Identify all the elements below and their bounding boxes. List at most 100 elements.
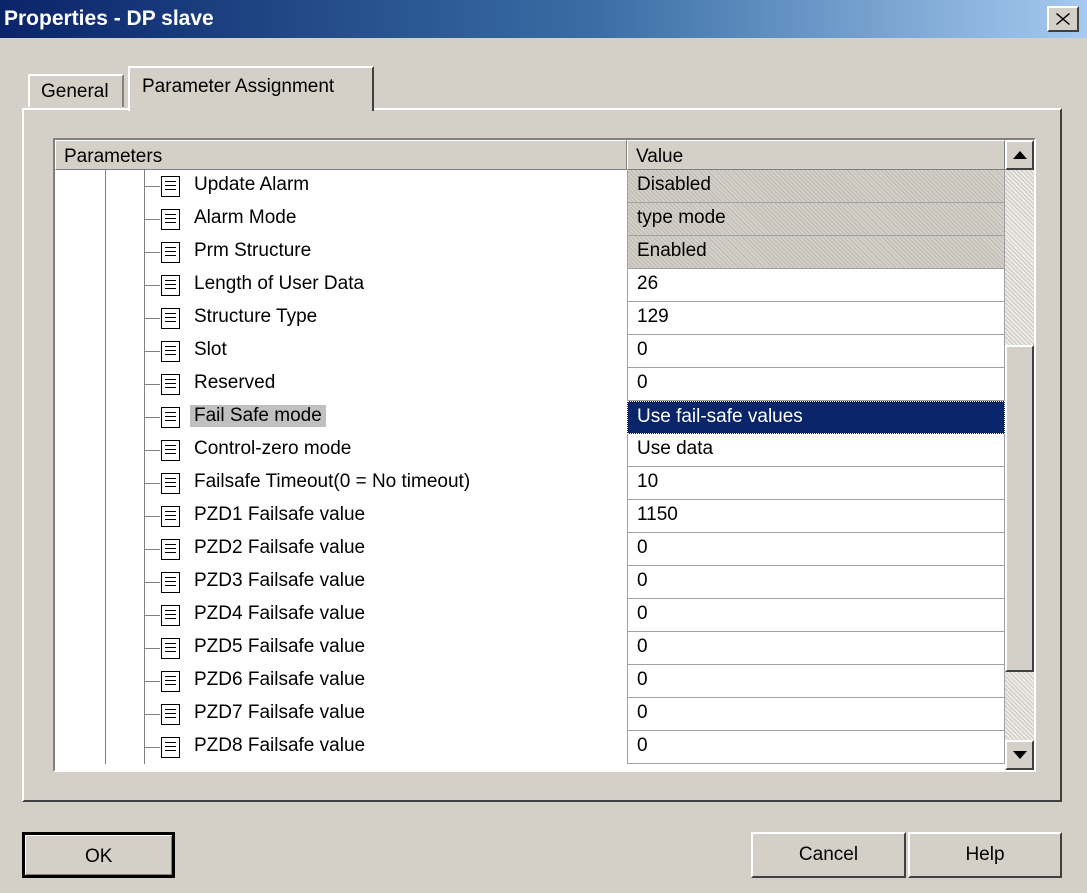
tree-branch [145, 681, 160, 682]
tree-branch [145, 648, 160, 649]
table-row[interactable]: Structure Type 129 [55, 302, 1005, 335]
column-header-value[interactable]: Value [627, 140, 1005, 170]
table-row[interactable]: PZD7 Failsafe value 0 [55, 698, 1005, 731]
help-button[interactable]: Help [908, 832, 1062, 878]
table-row[interactable]: Failsafe Timeout(0 = No timeout) 10 [55, 467, 1005, 500]
parameter-document-icon [161, 407, 180, 428]
tab-parameter-assignment[interactable]: Parameter Assignment [128, 66, 374, 111]
table-row[interactable]: Reserved 0 [55, 368, 1005, 401]
parameter-value[interactable]: 10 [627, 467, 1005, 500]
tree-cell[interactable]: PZD7 Failsafe value [55, 698, 627, 731]
parameter-document-icon [161, 176, 180, 197]
tree-branch [145, 384, 160, 385]
tree-cell[interactable]: PZD6 Failsafe value [55, 665, 627, 698]
table-row[interactable]: Update Alarm Disabled [55, 170, 1005, 203]
parameter-value[interactable]: 0 [627, 335, 1005, 368]
parameter-value[interactable]: 0 [627, 731, 1005, 764]
parameter-document-icon [161, 275, 180, 296]
tree-line [105, 500, 106, 533]
tree-branch [145, 219, 160, 220]
table-row[interactable]: PZD6 Failsafe value 0 [55, 665, 1005, 698]
parameter-value[interactable]: 0 [627, 368, 1005, 401]
tree-cell[interactable]: Alarm Mode [55, 203, 627, 236]
table-row[interactable]: Control-zero mode Use data [55, 434, 1005, 467]
table-row[interactable]: Alarm Mode type mode [55, 203, 1005, 236]
table-row[interactable]: PZD8 Failsafe value 0 [55, 731, 1005, 764]
tree-branch [145, 252, 160, 253]
parameter-name: Structure Type [194, 306, 318, 327]
parameter-value[interactable]: 0 [627, 632, 1005, 665]
tree-cell[interactable]: PZD2 Failsafe value [55, 533, 627, 566]
tree-cell[interactable]: Structure Type [55, 302, 627, 335]
cancel-button[interactable]: Cancel [751, 832, 906, 878]
parameter-name: Prm Structure [194, 240, 312, 261]
parameter-document-icon [161, 473, 180, 494]
parameter-value[interactable]: 0 [627, 698, 1005, 731]
parameter-value[interactable]: 0 [627, 566, 1005, 599]
parameter-value[interactable]: 1150 [627, 500, 1005, 533]
tree-cell[interactable]: Prm Structure [55, 236, 627, 269]
tree-cell[interactable]: Slot [55, 335, 627, 368]
table-row[interactable]: Length of User Data 26 [55, 269, 1005, 302]
tree-cell[interactable]: Update Alarm [55, 170, 627, 203]
table-row[interactable]: PZD5 Failsafe value 0 [55, 632, 1005, 665]
table-row[interactable]: Slot 0 [55, 335, 1005, 368]
scroll-thumb[interactable] [1005, 345, 1034, 672]
tree-branch [145, 417, 160, 418]
table-row[interactable]: PZD4 Failsafe value 0 [55, 599, 1005, 632]
parameter-value[interactable]: 0 [627, 599, 1005, 632]
parameter-document-icon [161, 440, 180, 461]
tree-cell[interactable]: Fail Safe mode [55, 401, 627, 434]
tree-cell[interactable]: PZD4 Failsafe value [55, 599, 627, 632]
tree-line [105, 665, 106, 698]
close-button[interactable] [1047, 6, 1079, 32]
parameter-rows: Update Alarm Disabled Alarm Mode type mode P… [55, 170, 1005, 764]
tree-cell[interactable]: Reserved [55, 368, 627, 401]
tree-line [105, 467, 106, 500]
parameter-value[interactable]: 129 [627, 302, 1005, 335]
tree-line [105, 236, 106, 269]
tree-line [105, 632, 106, 665]
table-row[interactable]: Fail Safe mode Use fail-safe values [55, 401, 1005, 434]
scroll-up-button[interactable] [1005, 140, 1034, 170]
tree-branch [145, 186, 160, 187]
parameter-value[interactable]: Use data [627, 434, 1005, 467]
tree-cell[interactable]: PZD3 Failsafe value [55, 566, 627, 599]
parameter-value[interactable]: Use fail-safe values [627, 401, 1005, 434]
window-title: Properties - DP slave [4, 7, 214, 30]
column-header-parameters[interactable]: Parameters [55, 140, 627, 170]
scroll-down-button[interactable] [1005, 740, 1034, 770]
table-row[interactable]: PZD2 Failsafe value 0 [55, 533, 1005, 566]
parameter-document-icon [161, 374, 180, 395]
tree-line [105, 533, 106, 566]
table-row[interactable]: Prm Structure Enabled [55, 236, 1005, 269]
tree-cell[interactable]: Control-zero mode [55, 434, 627, 467]
parameter-document-icon [161, 704, 180, 725]
table-row[interactable]: PZD3 Failsafe value 0 [55, 566, 1005, 599]
tree-line [105, 434, 106, 467]
tree-cell[interactable]: PZD1 Failsafe value [55, 500, 627, 533]
title-bar[interactable]: Properties - DP slave [0, 0, 1087, 38]
parameter-document-icon [161, 341, 180, 362]
parameter-document-icon [161, 572, 180, 593]
tree-branch [145, 351, 160, 352]
tree-cell[interactable]: Length of User Data [55, 269, 627, 302]
tree-line [105, 401, 106, 434]
table-row[interactable]: PZD1 Failsafe value 1150 [55, 500, 1005, 533]
parameter-grid[interactable]: Parameters Value Update Alarm Disabled Ala… [53, 138, 1036, 772]
parameter-name: Length of User Data [194, 273, 365, 294]
parameter-name: Alarm Mode [194, 207, 297, 228]
parameter-value[interactable]: 26 [627, 269, 1005, 302]
parameter-value[interactable]: 0 [627, 533, 1005, 566]
tree-cell[interactable]: PZD8 Failsafe value [55, 731, 627, 764]
tree-cell[interactable]: Failsafe Timeout(0 = No timeout) [55, 467, 627, 500]
tree-cell[interactable]: PZD5 Failsafe value [55, 632, 627, 665]
parameter-name: Control-zero mode [194, 438, 352, 459]
tree-branch [145, 549, 160, 550]
vertical-scrollbar[interactable] [1005, 140, 1034, 770]
parameter-value[interactable]: 0 [627, 665, 1005, 698]
tab-general[interactable]: General [28, 74, 124, 107]
tree-line [105, 302, 106, 335]
parameter-name: PZD8 Failsafe value [194, 735, 366, 756]
ok-button[interactable]: OK [22, 832, 175, 878]
